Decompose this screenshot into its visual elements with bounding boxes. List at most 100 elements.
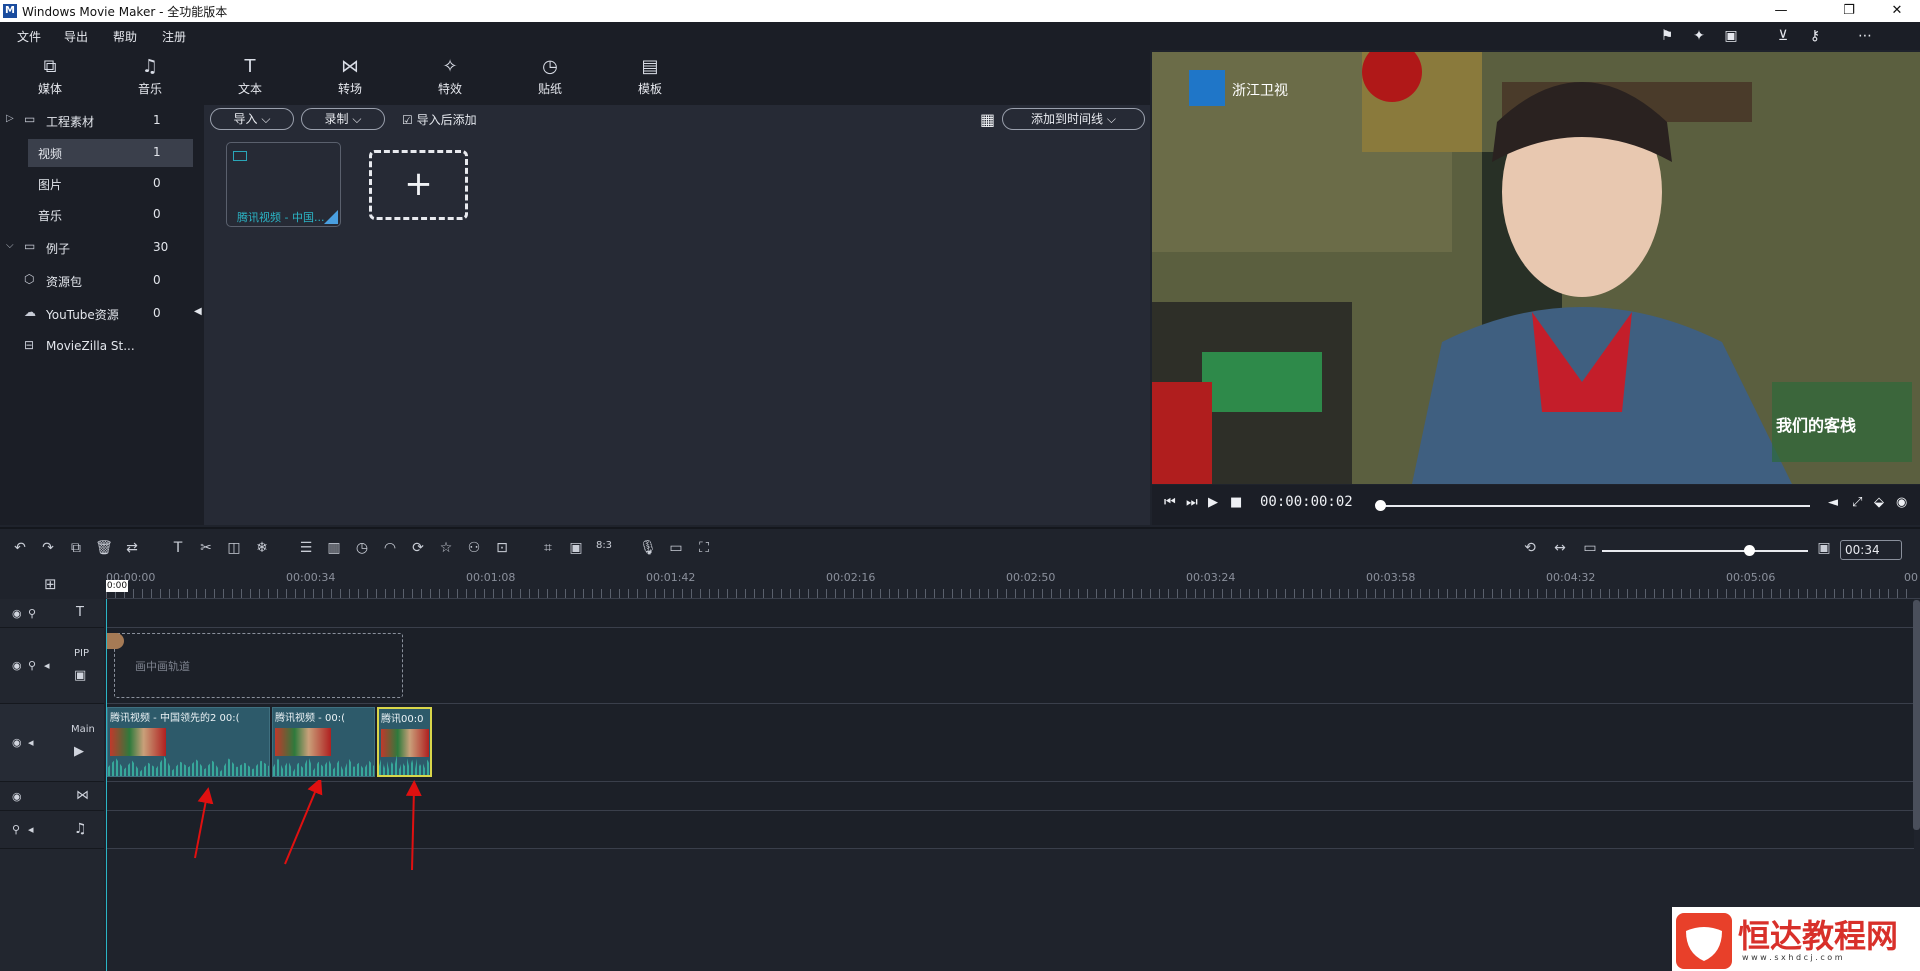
- microphone-icon[interactable]: 🎙: [638, 540, 658, 556]
- volume-icon[interactable]: ◄: [1828, 495, 1838, 510]
- sync-icon[interactable]: ⟲: [1520, 540, 1540, 556]
- aspect-ratio-icon[interactable]: 8:3: [594, 540, 614, 551]
- channel-logo: 浙江卫视: [1232, 83, 1288, 99]
- sidebar-item-store[interactable]: ⊟ MovieZilla St...: [0, 331, 204, 361]
- fit-width-icon[interactable]: ↔: [1550, 540, 1570, 556]
- fill-icon[interactable]: ⬙: [1874, 495, 1884, 510]
- freeze-icon[interactable]: ❄: [252, 540, 272, 556]
- title-bar: M Windows Movie Maker - 全功能版本 — ❐ ✕: [0, 0, 1920, 22]
- play-icon[interactable]: ▶: [1208, 495, 1218, 510]
- save-icon[interactable]: ▣: [1722, 27, 1740, 45]
- sidebar-item-examples[interactable]: ⌵ ▭ 例子 30: [0, 232, 204, 262]
- sidebar-item-packages[interactable]: ⬡ 资源包 0: [0, 265, 204, 295]
- sidebar-item-music[interactable]: 音乐 0: [0, 199, 204, 229]
- main-clip-3-selected[interactable]: 腾讯00:0: [377, 707, 432, 777]
- crop-icon[interactable]: ⌗: [538, 540, 558, 556]
- link-icon[interactable]: ⚲: [28, 659, 36, 672]
- add-track-icon[interactable]: ⊞: [44, 575, 57, 593]
- speaker-icon[interactable]: ◂: [28, 823, 34, 836]
- stop-icon[interactable]: ■: [1230, 495, 1242, 510]
- effects-icon: ✧: [442, 56, 458, 77]
- playhead-line[interactable]: [106, 599, 107, 971]
- skip-back-icon[interactable]: ⏮: [1164, 495, 1176, 510]
- main-clip-2[interactable]: 腾讯视频 - 00:(: [272, 707, 375, 777]
- media-item-video[interactable]: 腾讯视频 - 中国...: [226, 142, 341, 227]
- tab-effects[interactable]: ✧ 特效: [400, 50, 500, 105]
- eye-icon[interactable]: ◉: [12, 790, 22, 803]
- speed-icon[interactable]: ◠: [380, 540, 400, 556]
- eye-icon[interactable]: ◉: [12, 659, 22, 672]
- seek-bar[interactable]: [1380, 505, 1810, 507]
- main-clip-1[interactable]: 腾讯视频 - 中国领先的2 00:(: [107, 707, 270, 777]
- copy-icon[interactable]: ⧉: [66, 540, 86, 556]
- speaker-icon[interactable]: ◂: [44, 659, 50, 672]
- redo-icon[interactable]: ↷: [38, 540, 58, 556]
- sidebar-item-project[interactable]: ▷ ▭ 工程素材 1: [0, 105, 204, 135]
- collapse-left-icon[interactable]: ◀: [194, 306, 202, 317]
- menu-help[interactable]: 帮助: [113, 28, 137, 45]
- sidebar-item-video[interactable]: 视频 1: [0, 137, 204, 167]
- rotate-icon[interactable]: ⟳: [408, 540, 428, 556]
- pip-icon[interactable]: ▣: [566, 540, 586, 556]
- add-to-timeline-dropdown[interactable]: 添加到时间线 ⌵: [1002, 108, 1145, 130]
- close-button[interactable]: ✕: [1874, 0, 1920, 22]
- restore-button[interactable]: ❐: [1826, 0, 1872, 22]
- cart-icon[interactable]: ⊻: [1774, 27, 1792, 45]
- effects-star-icon[interactable]: ☆: [436, 540, 456, 556]
- zoom-time-field[interactable]: 00:34: [1840, 540, 1902, 560]
- key-icon[interactable]: ⚷: [1806, 27, 1824, 45]
- zoom-out-icon[interactable]: ▭: [1580, 540, 1600, 556]
- speaker-icon[interactable]: ◂: [28, 736, 34, 749]
- text-track[interactable]: [106, 599, 1914, 628]
- zoom-slider[interactable]: [1602, 550, 1808, 552]
- clock-icon[interactable]: ◷: [352, 540, 372, 556]
- sidebar-item-image[interactable]: 图片 0: [0, 168, 204, 198]
- tab-text[interactable]: T 文本: [200, 50, 300, 105]
- menu-register[interactable]: 注册: [162, 28, 186, 45]
- tab-template[interactable]: ▤ 模板: [600, 50, 700, 105]
- timeline-ruler[interactable]: 00:00:00 00:00:34 00:01:08 00:01:42 00:0…: [106, 571, 1920, 599]
- replace-icon[interactable]: ⇄: [122, 540, 142, 556]
- zoom-in-icon[interactable]: ▣: [1814, 540, 1834, 556]
- tab-media[interactable]: ⧉ 媒体: [0, 50, 100, 105]
- menu-file[interactable]: 文件: [17, 28, 41, 45]
- link-icon[interactable]: ⚲: [28, 607, 36, 620]
- screen-record-icon[interactable]: ⛶: [694, 540, 714, 556]
- add-media-button[interactable]: +: [369, 150, 468, 220]
- timeline-scrollbar[interactable]: [1913, 600, 1920, 830]
- link-icon[interactable]: ⚲: [12, 823, 20, 836]
- eye-icon[interactable]: ◉: [12, 607, 22, 620]
- import-dropdown[interactable]: 导入 ⌵: [210, 108, 294, 130]
- split-icon[interactable]: ◫: [224, 540, 244, 556]
- grid-view-icon[interactable]: ▦: [980, 110, 995, 129]
- tab-sticker[interactable]: ◷ 贴纸: [500, 50, 600, 105]
- seek-handle[interactable]: [1375, 500, 1386, 511]
- export-frame-icon[interactable]: ⊡: [492, 540, 512, 556]
- align-icon[interactable]: ☰: [296, 540, 316, 556]
- tab-music[interactable]: ♫ 音乐: [100, 50, 200, 105]
- columns-icon[interactable]: ▥: [324, 540, 344, 556]
- video-preview: 浙江卫视 我们的客栈: [1152, 52, 1920, 484]
- playhead-label[interactable]: 0:00: [106, 580, 128, 592]
- star-icon[interactable]: ✦: [1690, 27, 1708, 45]
- step-icon[interactable]: ⏭: [1186, 495, 1198, 510]
- pip-drop-zone[interactable]: 画中画轨道: [114, 633, 403, 698]
- camera-icon[interactable]: ▭: [666, 540, 686, 556]
- delete-icon[interactable]: 🗑: [94, 540, 114, 556]
- add-after-import-checkbox[interactable]: ☑ 导入后添加: [402, 111, 477, 128]
- tab-transition[interactable]: ⋈ 转场: [300, 50, 400, 105]
- undo-icon[interactable]: ↶: [10, 540, 30, 556]
- person-icon[interactable]: ⚇: [464, 540, 484, 556]
- signpost-icon[interactable]: ⚑: [1658, 27, 1676, 45]
- eye-icon[interactable]: ◉: [12, 736, 22, 749]
- minimize-button[interactable]: —: [1758, 0, 1804, 22]
- text-tool-icon[interactable]: T: [168, 540, 188, 556]
- record-dropdown[interactable]: 录制 ⌵: [301, 108, 385, 130]
- cut-icon[interactable]: ✂: [196, 540, 216, 556]
- fps-icon[interactable]: ⋯: [1850, 27, 1880, 45]
- sidebar-item-youtube[interactable]: ☁ YouTube资源 0 ◀: [0, 298, 204, 328]
- menu-export[interactable]: 导出: [64, 28, 88, 45]
- fullscreen-icon[interactable]: ⤢: [1852, 495, 1862, 510]
- snapshot-icon[interactable]: ◉: [1896, 495, 1907, 510]
- zoom-handle[interactable]: [1744, 545, 1755, 556]
